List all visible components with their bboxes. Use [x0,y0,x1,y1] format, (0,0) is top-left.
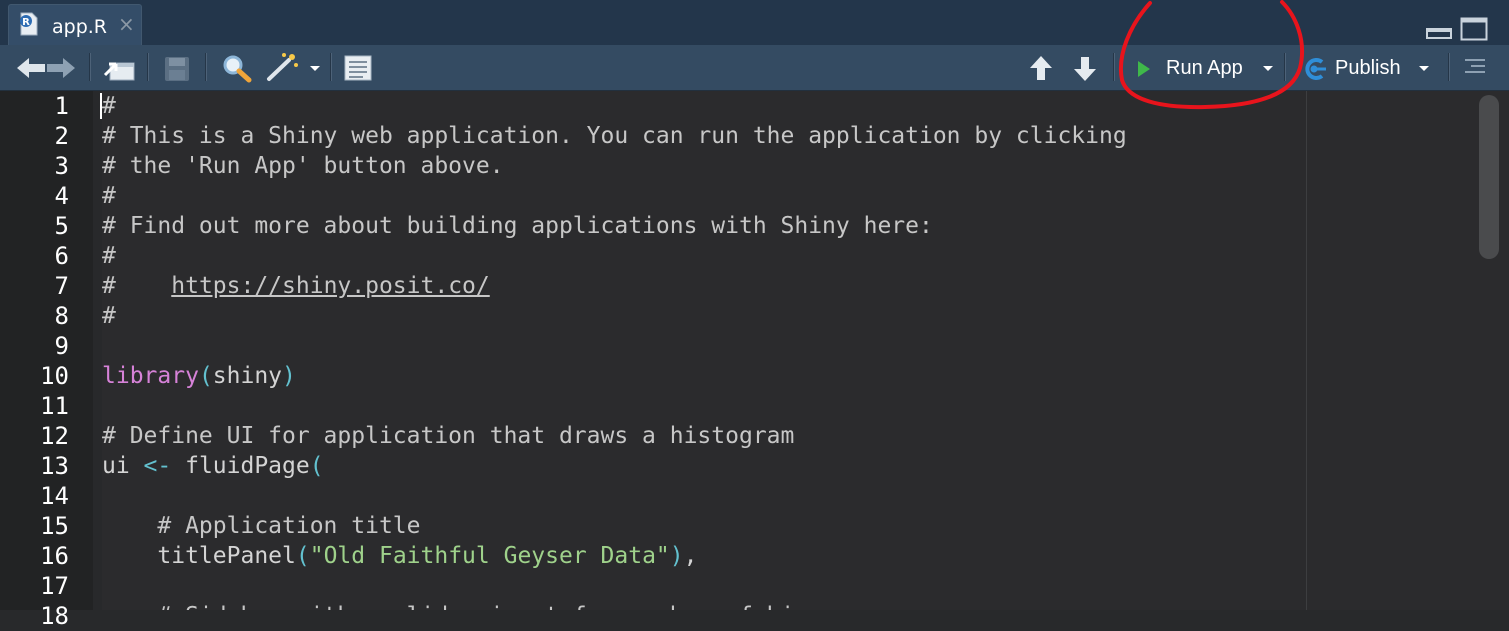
search-icon[interactable] [220,53,254,83]
text-cursor [100,93,102,119]
code-line[interactable]: # Application title [102,511,421,541]
minimize-pane-icon[interactable] [1426,25,1452,39]
chevron-down-icon[interactable] [309,65,321,73]
code-token: ( [295,543,310,569]
code-line[interactable]: # https://shiny.posit.co/ [102,271,490,301]
code-token: # [102,183,116,209]
code-line[interactable]: library(shiny) [102,361,296,391]
line-number: 11 [40,392,69,420]
code-line[interactable]: titlePanel("Old Faithful Geyser Data"), [102,541,697,571]
code-token: # [102,243,116,269]
code-token: <- [143,453,172,479]
line-number: 18 [40,602,69,630]
scrollbar-thumb[interactable] [1479,95,1499,259]
tab-close-icon[interactable]: × [118,14,135,34]
code-token: # [102,93,116,119]
run-app-label: Run App [1166,57,1243,79]
code-token: library [102,363,199,389]
chevron-down-icon[interactable] [1262,65,1274,73]
line-number: 3 [54,152,69,180]
line-number: 15 [40,512,69,540]
publish-label: Publish [1335,57,1401,79]
tab-app-r[interactable]: R app.R × [8,4,142,45]
line-number: 12 [40,422,69,450]
r-file-icon: R [20,12,38,36]
editor-tab-bar: R app.R × [0,0,1509,45]
line-number: 16 [40,542,69,570]
chevron-down-icon[interactable] [1418,65,1430,73]
code-token: ) [282,363,296,389]
code-token: ui [102,453,144,479]
toolbar-separator [205,53,207,81]
code-line[interactable]: # This is a Shiny web application. You c… [102,121,1127,151]
line-number: 8 [54,302,69,330]
code-token: , [683,543,698,569]
forward-arrow-icon[interactable] [44,55,78,81]
code-editor[interactable]: # # This is a Shiny web application. You … [102,91,1307,610]
publish-button[interactable]: Publish [1300,51,1442,85]
code-token: fluidPage [171,453,310,479]
play-icon [1138,61,1150,77]
code-token: # the 'Run App' button above. [102,153,504,179]
toolbar-separator [1284,53,1286,81]
toolbar-separator [1113,53,1115,81]
line-number: 5 [54,212,69,240]
toolbar-separator [1448,53,1450,81]
document-outline-icon[interactable] [343,54,373,82]
code-line[interactable]: ui <- fluidPage( [102,451,324,481]
show-in-new-window-icon[interactable] [102,53,136,83]
line-number-gutter: 1 2 3 4 5 6 7 8 9 10 11 12 13 14 15 16 17 18 [0,91,93,630]
code-line[interactable]: # the 'Run App' button above. [102,151,504,181]
code-token: # This is a Shiny web application. You c… [102,123,1127,149]
toolbar-separator [89,53,91,81]
line-number: 4 [54,182,69,210]
line-number: 13 [40,452,69,480]
code-line[interactable]: # [102,91,116,121]
line-number: 17 [40,572,69,600]
code-token: ( [309,453,324,479]
back-arrow-icon[interactable] [14,55,48,81]
code-token: # Application title [102,513,421,539]
code-token: # Define UI for application that draws a… [102,423,795,449]
arrow-down-icon[interactable] [1072,55,1098,83]
code-token: # [102,273,172,299]
code-token: titlePanel [102,543,296,569]
code-tools-wand-icon[interactable] [264,51,300,83]
code-token: ( [198,363,213,389]
code-token: # [102,303,116,329]
toolbar-separator [147,53,149,81]
svg-text:R: R [22,17,30,28]
line-number: 2 [54,122,69,150]
code-token: # Sidebar with a slider input for number… [102,603,822,610]
maximize-pane-icon[interactable] [1460,17,1488,41]
code-token: "Old Faithful Geyser Data" [309,543,670,569]
outline-menu-icon[interactable] [1463,57,1487,77]
line-number: 9 [54,332,69,360]
code-token: # Find out more about building applicati… [102,213,933,239]
toolbar-separator [330,53,332,81]
line-number: 7 [54,272,69,300]
run-app-button[interactable]: Run App [1129,51,1278,85]
line-number: 6 [54,242,69,270]
code-link[interactable]: https://shiny.posit.co/ [171,273,490,299]
code-line[interactable]: # Sidebar with a slider input for number… [102,601,822,610]
tab-label: app.R [52,16,108,38]
code-line[interactable]: # [102,241,116,271]
code-token: shiny [212,363,283,389]
code-line[interactable]: # Find out more about building applicati… [102,211,933,241]
code-line[interactable]: # [102,301,116,331]
code-line[interactable]: # Define UI for application that draws a… [102,421,794,451]
line-number: 14 [40,482,69,510]
arrow-up-icon[interactable] [1028,54,1054,82]
code-token: ) [669,543,684,569]
publish-icon [1305,58,1326,80]
code-line[interactable]: # [102,181,116,211]
line-number: 10 [40,362,69,390]
line-number: 1 [54,92,69,120]
editor-toolbar: Run App Publish [0,45,1509,91]
save-icon[interactable] [163,55,191,83]
